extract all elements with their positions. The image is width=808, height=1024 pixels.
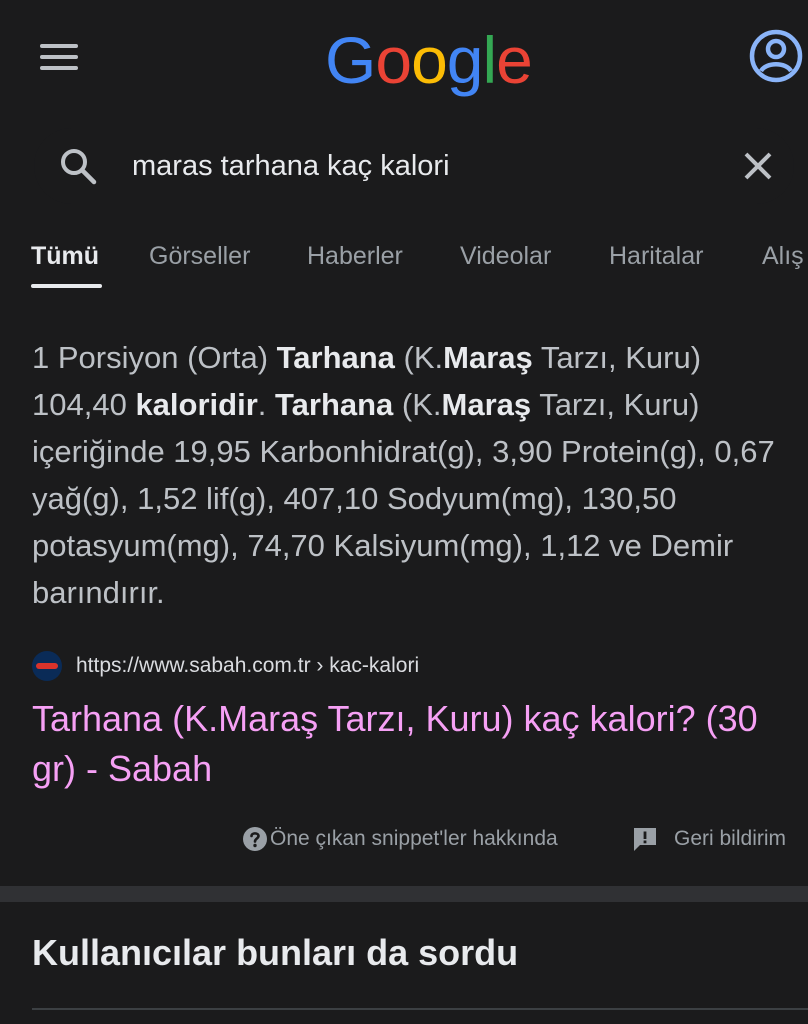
tab-videos[interactable]: Videolar — [460, 242, 551, 271]
snippet-bold-text: kaloridir — [135, 387, 258, 422]
feedback-icon — [634, 828, 656, 851]
result-url[interactable]: https://www.sabah.com.tr › kac-kalori — [76, 654, 419, 678]
about-snippets-link[interactable]: Öne çıkan snippet'ler hakkında — [242, 826, 558, 852]
tab-shopping[interactable]: Alış — [762, 242, 804, 271]
search-icon[interactable] — [58, 146, 98, 186]
snippet-bold-text: Maraş — [443, 340, 533, 375]
result-title-link[interactable]: Tarhana (K.Maraş Tarzı, Kuru) kaç kalori… — [32, 694, 792, 794]
featured-snippet-text: 1 Porsiyon (Orta) Tarhana (K.Maraş Tarzı… — [32, 334, 802, 616]
header: Google — [0, 0, 808, 120]
result-source[interactable]: https://www.sabah.com.tr › kac-kalori — [32, 648, 419, 684]
snippet-bold-text: Maraş — [441, 387, 532, 422]
logo-letter: e — [496, 23, 533, 97]
tab-maps[interactable]: Haritalar — [609, 242, 703, 271]
search-input[interactable]: maras tarhana kaç kalori — [132, 146, 712, 186]
snippet-bold-text: Tarhana — [275, 387, 394, 422]
feedback-link[interactable]: Geri bildirim — [632, 826, 786, 852]
logo-letter: o — [375, 23, 412, 97]
snippet-text: (K. — [394, 340, 444, 375]
snippet-text: 1 Porsiyon (Orta) — [32, 340, 277, 375]
logo-letter: o — [411, 23, 448, 97]
about-snippets-label: Öne çıkan snippet'ler hakkında — [270, 827, 558, 850]
people-also-ask-title: Kullanıcılar bunları da sordu — [32, 932, 519, 973]
logo-letter: g — [446, 23, 484, 97]
hamburger-icon[interactable] — [40, 44, 78, 74]
snippet-text: (K. — [393, 387, 442, 422]
active-tab-indicator — [31, 284, 102, 288]
tab-all[interactable]: Tümü — [31, 242, 99, 271]
section-separator — [32, 1008, 808, 1010]
tab-news[interactable]: Haberler — [307, 242, 403, 271]
sabah-favicon — [32, 651, 62, 681]
search-tabs: Tümü Görseller Haberler Videolar Harital… — [0, 232, 808, 292]
snippet-text: . — [257, 387, 275, 422]
snippet-bold-text: Tarhana — [276, 340, 395, 375]
logo-letter: G — [325, 23, 376, 97]
section-divider — [0, 886, 808, 902]
feedback-label: Geri bildirim — [674, 827, 787, 850]
account-circle-icon[interactable] — [748, 28, 804, 84]
tab-images[interactable]: Görseller — [149, 242, 250, 271]
google-logo[interactable]: Google — [325, 22, 533, 98]
close-icon[interactable] — [740, 148, 776, 184]
logo-letter: l — [482, 23, 498, 97]
help-circle-icon — [243, 827, 267, 851]
